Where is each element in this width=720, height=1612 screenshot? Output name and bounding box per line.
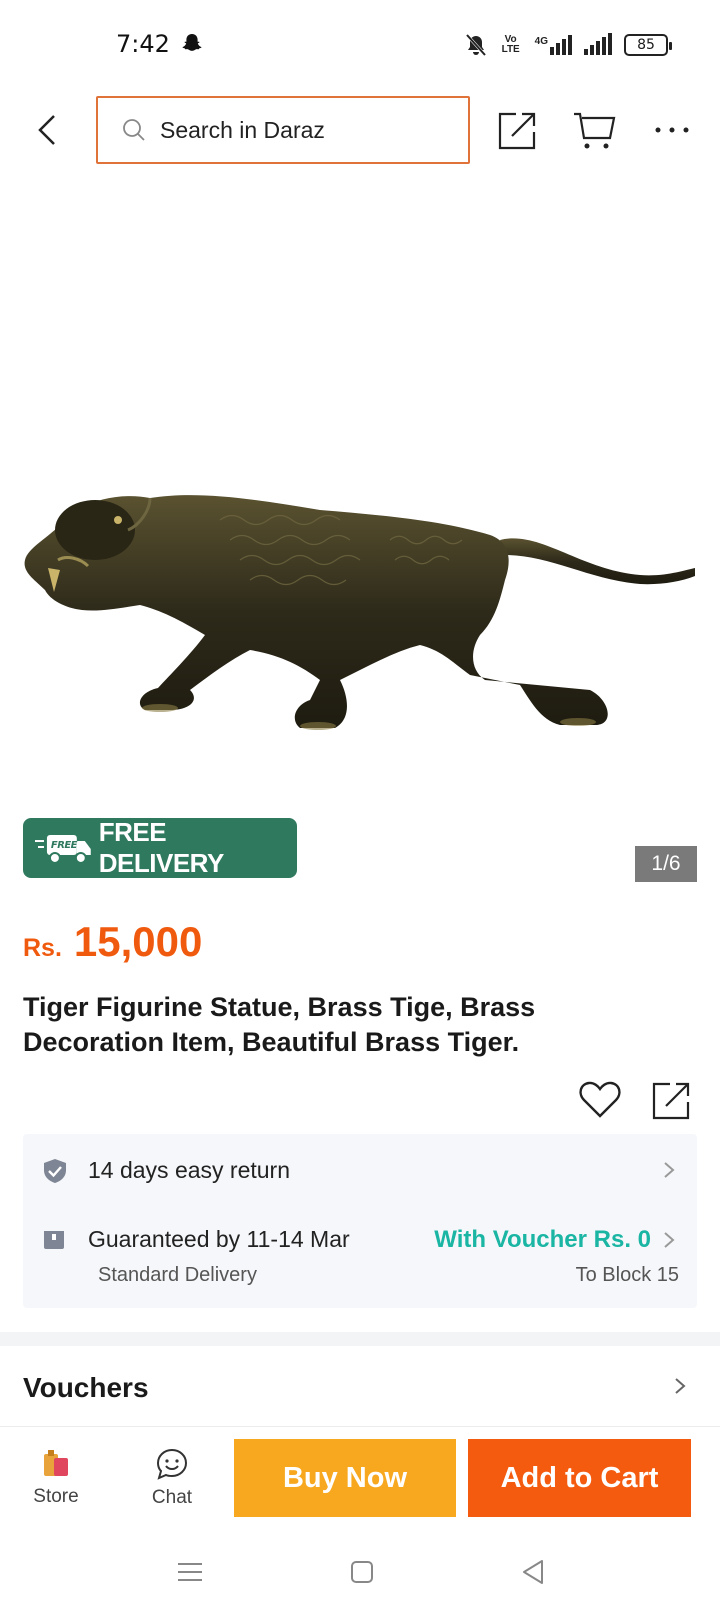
back-nav-icon[interactable] [518,1556,550,1588]
home-icon[interactable] [346,1556,378,1588]
header: Search in Daraz [0,90,720,170]
system-nav-bar [0,1528,720,1612]
add-to-cart-button[interactable]: Add to Cart [468,1439,691,1517]
product-image[interactable] [0,180,720,880]
vouchers-label: Vouchers [23,1372,149,1403]
share-product-icon[interactable] [650,1078,694,1122]
image-counter: 1/6 [635,846,697,882]
signal-4g-icon: 4G [535,35,572,55]
product-title: Tiger Figurine Statue, Brass Tige, Brass… [23,992,536,1057]
chevron-right-icon [664,1232,675,1248]
snapchat-icon [182,34,202,51]
battery-icon: 85 [624,34,672,56]
free-delivery-label: FREE DELIVERY [98,817,225,878]
bottom-action-bar: Store Chat Buy Now Add to Cart [0,1426,720,1528]
delivery-row[interactable]: Guaranteed by 11-14 Mar Standard Deliver… [23,1204,697,1308]
delivery-date: Guaranteed by 11-14 Mar [88,1226,350,1252]
wishlist-heart-icon[interactable] [578,1078,622,1122]
status-bar: 7:42 Vo LTE 4G 85 [0,0,720,90]
free-delivery-badge: FREE FREE DELIVERY [23,817,297,878]
free-small-label: FREE [51,840,78,851]
voucher-shipping: With Voucher Rs. 0 [434,1226,651,1253]
vouchers-row[interactable]: Vouchers [0,1346,720,1426]
search-placeholder: Search in Daraz [160,116,325,143]
chevron-right-icon [664,1162,675,1178]
tiger-figurine-image [24,495,695,730]
status-time: 7:42 [116,30,170,58]
chat-label: Chat [151,1487,193,1508]
cart-icon[interactable] [572,108,616,152]
store-label: Store [33,1486,79,1507]
volte-icon: Vo LTE [501,34,520,55]
price-currency: Rs. [23,934,62,962]
mute-icon [465,33,486,57]
delivery-type: Standard Delivery [98,1264,257,1286]
search-icon [123,119,145,141]
delivery-truck-icon: FREE [35,835,91,864]
shield-check-icon [44,1159,66,1183]
search-input[interactable]: Search in Daraz [96,96,470,164]
service-info: 14 days easy return Guaranteed by 11-14 … [23,1134,697,1308]
package-icon [44,1231,64,1249]
chevron-right-icon [675,1378,686,1394]
more-icon[interactable] [650,108,694,152]
buy-now-button[interactable]: Buy Now [234,1439,456,1517]
back-icon[interactable] [28,110,68,150]
signal-icon [584,33,612,55]
chat-button[interactable]: Chat [122,1427,222,1529]
chat-icon [156,1448,188,1480]
store-button[interactable]: Store [6,1427,106,1529]
delivery-location: To Block 15 [575,1264,679,1286]
price: Rs. 15,000 [23,918,202,966]
share-icon[interactable] [496,108,540,152]
menu-icon[interactable] [174,1556,206,1588]
section-divider [0,1332,720,1346]
return-text: 14 days easy return [88,1157,291,1183]
store-icon [44,1450,68,1476]
price-value: 15,000 [73,918,203,965]
status-icons: Vo LTE 4G 85 [465,30,672,60]
return-policy-row[interactable]: 14 days easy return [23,1134,697,1204]
